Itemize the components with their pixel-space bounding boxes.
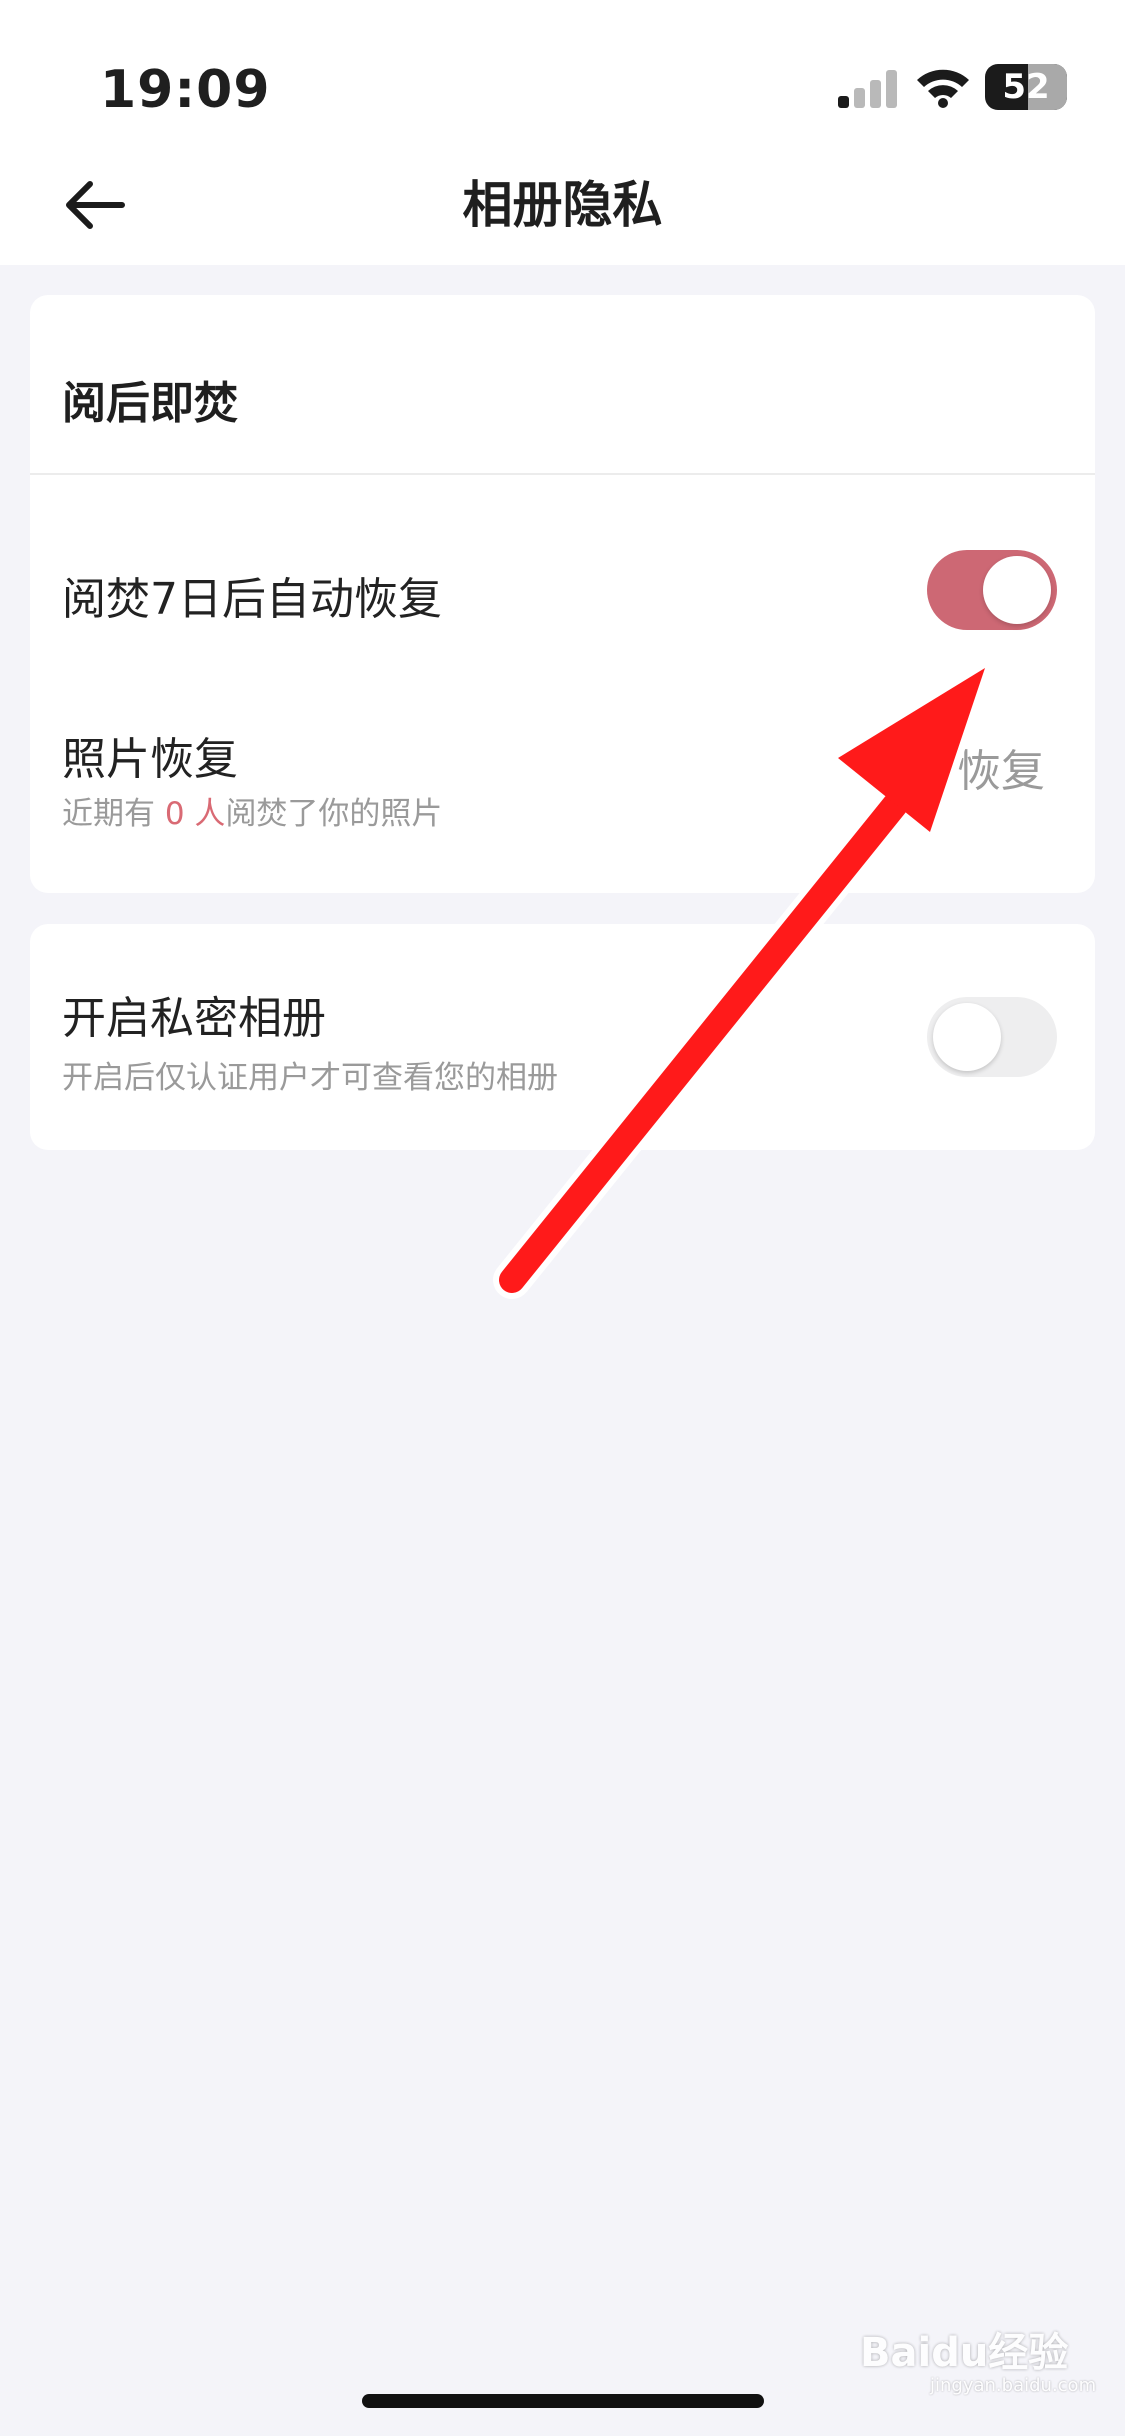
viewer-count: 0 人 <box>164 796 226 832</box>
home-indicator[interactable] <box>362 2394 764 2408</box>
photo-restore-subtitle: 近期有 0 人阅焚了你的照片 <box>62 788 442 833</box>
wifi-icon <box>917 69 969 108</box>
baidu-watermark: Baidu经验 <box>860 2330 1069 2376</box>
section-divider <box>30 473 1095 475</box>
toggle-knob <box>983 556 1051 624</box>
auto-restore-label: 阅焚7日后自动恢复 <box>62 574 442 625</box>
private-album-subtitle: 开启后仅认证用户才可查看您的相册 <box>62 1060 558 1096</box>
toggle-knob <box>933 1003 1001 1071</box>
status-bar: 19:09 52 <box>0 0 1125 170</box>
battery-percent: 52 <box>1002 67 1050 107</box>
status-time: 19:09 <box>100 60 271 120</box>
auto-restore-toggle[interactable] <box>927 550 1057 630</box>
private-album-toggle[interactable] <box>927 997 1057 1077</box>
private-album-card: 开启私密相册 开启后仅认证用户才可查看您的相册 <box>30 924 1095 1150</box>
subtitle-suffix: 阅焚了你的照片 <box>225 796 443 832</box>
nav-bar: 相册隐私 <box>0 170 1125 265</box>
photo-restore-label: 照片恢复 <box>62 734 238 785</box>
private-album-label: 开启私密相册 <box>62 993 326 1044</box>
subtitle-prefix: 近期有 <box>62 796 165 832</box>
restore-button[interactable]: 恢复 <box>957 735 1045 799</box>
section-title-burn: 阅后即焚 <box>62 378 238 429</box>
battery-icon: 52 <box>985 64 1067 110</box>
page-title: 相册隐私 <box>462 176 663 234</box>
watermark-site: jingyan.baidu.com <box>930 2375 1097 2396</box>
cellular-signal-icon <box>838 68 898 108</box>
burn-after-reading-card: 阅后即焚 阅焚7日后自动恢复 照片恢复 近期有 0 人阅焚了你的照片 恢复 <box>30 295 1095 893</box>
